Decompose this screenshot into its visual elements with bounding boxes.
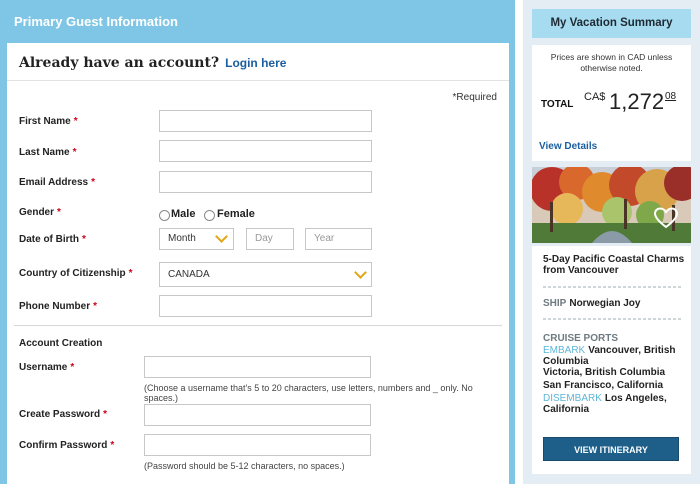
price-summary-card: Prices are shown in CAD unless otherwise… — [532, 45, 691, 161]
gender-male-label[interactable]: Male — [171, 208, 195, 220]
create-password-label: Create Password * — [19, 409, 107, 420]
email-label: Email Address * — [19, 177, 95, 188]
required-asterisk: * — [70, 362, 75, 373]
cruise-ports-title: CRUISE PORTS — [543, 333, 619, 344]
ship-key: SHIP — [543, 298, 567, 309]
ship-name: Norwegian Joy — [569, 298, 641, 309]
ship-info: SHIP Norwegian Joy — [543, 298, 640, 309]
guest-info-panel: Primary Guest Information Already have a… — [0, 0, 515, 484]
gender-label: Gender * — [19, 207, 61, 218]
view-details-link[interactable]: View Details — [539, 141, 597, 152]
required-note: *Required — [452, 92, 497, 103]
password-hint: (Password should be 5-12 characters, no … — [144, 461, 345, 471]
create-password-input[interactable] — [144, 404, 371, 426]
create-password-label-text: Create Password — [19, 409, 101, 420]
divider — [543, 286, 683, 288]
confirm-password-label-text: Confirm Password — [19, 440, 108, 451]
country-select[interactable]: CANADA — [159, 262, 372, 287]
gender-label-text: Gender — [19, 207, 55, 218]
heart-icon[interactable] — [654, 207, 678, 229]
dob-label-text: Date of Birth — [19, 234, 79, 245]
username-label-text: Username — [19, 362, 68, 373]
phone-label-text: Phone Number — [19, 301, 91, 312]
required-asterisk: * — [91, 177, 96, 188]
account-prompt: Already have an account? Login here — [19, 55, 286, 75]
required-asterisk: * — [103, 409, 108, 420]
chevron-down-icon — [215, 230, 228, 243]
phone-input[interactable] — [159, 295, 372, 317]
required-asterisk: * — [93, 301, 98, 312]
required-asterisk: * — [128, 268, 133, 279]
total-cents: 08 — [665, 91, 677, 102]
garden-photo — [532, 167, 691, 243]
destination-photo — [532, 167, 691, 243]
username-input[interactable] — [144, 356, 371, 378]
port-item: San Francisco, California — [543, 380, 664, 391]
email-label-text: Email Address — [19, 177, 89, 188]
chevron-down-icon — [354, 266, 367, 279]
dob-month-value: Month — [168, 233, 196, 244]
divider — [7, 80, 509, 81]
panel-title: Primary Guest Information — [14, 14, 178, 29]
disembark-key: DISEMBARK — [543, 393, 602, 404]
summary-title: My Vacation Summary — [532, 9, 691, 38]
port-item: Victoria, British Columbia — [543, 367, 666, 378]
embark-key: EMBARK — [543, 345, 586, 356]
last-name-input[interactable] — [159, 140, 372, 162]
embark-port: EMBARK Vancouver, British Columbia — [543, 345, 685, 367]
dob-day-input[interactable]: Day — [246, 228, 294, 250]
dob-year-input[interactable]: Year — [305, 228, 372, 250]
confirm-password-label: Confirm Password * — [19, 440, 114, 451]
country-label: Country of Citizenship * — [19, 268, 133, 279]
disembark-port: DISEMBARK Los Angeles, California — [543, 393, 685, 415]
divider — [543, 318, 683, 320]
email-input[interactable] — [159, 171, 372, 193]
trip-title: 5-Day Pacific Coastal Charms from Vancou… — [543, 254, 685, 276]
dob-label: Date of Birth * — [19, 234, 86, 245]
view-itinerary-button[interactable]: VIEW ITINERARY — [543, 437, 679, 461]
total-amount: 1,272 — [609, 89, 665, 114]
currency-symbol: CA$ — [584, 91, 606, 103]
country-label-text: Country of Citizenship — [19, 268, 126, 279]
currency-note: Prices are shown in CAD unless otherwise… — [550, 52, 673, 73]
country-value: CANADA — [168, 269, 210, 280]
first-name-label-text: First Name — [19, 116, 71, 127]
username-label: Username * — [19, 362, 74, 373]
first-name-input[interactable] — [159, 110, 372, 132]
total-label: TOTAL — [541, 99, 574, 110]
required-asterisk: * — [110, 440, 115, 451]
login-link[interactable]: Login here — [225, 56, 286, 70]
account-creation-title: Account Creation — [19, 338, 103, 349]
confirm-password-input[interactable] — [144, 434, 371, 456]
phone-label: Phone Number * — [19, 301, 97, 312]
first-name-label: First Name * — [19, 116, 78, 127]
required-asterisk: * — [82, 234, 86, 245]
gender-female-radio[interactable] — [204, 210, 215, 221]
gender-female-label[interactable]: Female — [217, 208, 255, 220]
required-asterisk: * — [57, 207, 61, 218]
required-asterisk: * — [72, 147, 77, 158]
section-divider — [14, 325, 502, 326]
last-name-label-text: Last Name — [19, 147, 70, 158]
guest-form: Already have an account? Login here *Req… — [7, 43, 509, 484]
gender-male-radio[interactable] — [159, 210, 170, 221]
trip-details-card: 5-Day Pacific Coastal Charms from Vancou… — [532, 246, 691, 474]
required-asterisk: * — [73, 116, 78, 127]
account-question: Already have an account? — [19, 55, 220, 71]
last-name-label: Last Name * — [19, 147, 76, 158]
dob-month-select[interactable]: Month — [159, 228, 234, 250]
username-hint: (Choose a username that's 5 to 20 charac… — [144, 383, 473, 403]
